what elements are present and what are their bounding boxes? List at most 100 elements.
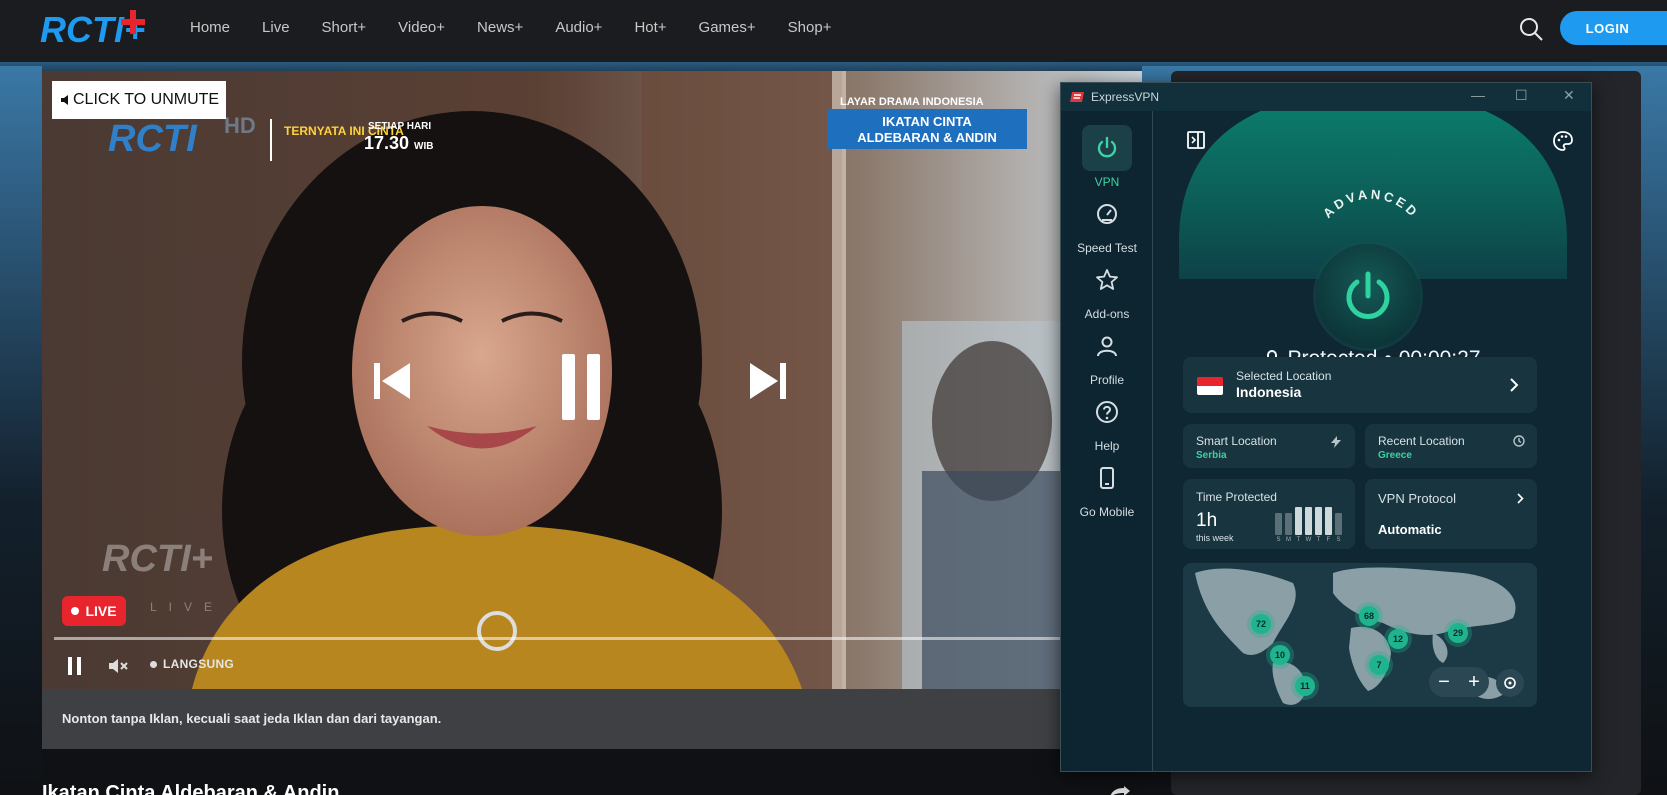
live-badge: LIVE <box>62 596 126 626</box>
vpn-titlebar: ExpressVPN — ☐ ✕ <box>1061 83 1591 111</box>
weekly-usage-bars: S M T W T F S <box>1275 507 1345 543</box>
drama-header: LAYAR DRAMA INDONESIA <box>840 96 984 108</box>
nav-news[interactable]: News+ <box>477 19 523 36</box>
bar-day-label: T <box>1296 537 1301 543</box>
search-icon[interactable] <box>1518 16 1544 42</box>
smart-location-label: Smart Location <box>1196 434 1277 448</box>
pause-large-icon[interactable] <box>562 354 602 425</box>
crosshair-icon <box>1504 677 1516 689</box>
nav-hot[interactable]: Hot+ <box>634 19 666 36</box>
speedometer-icon <box>1097 204 1117 224</box>
previous-icon[interactable] <box>372 361 412 406</box>
login-button[interactable]: LOGIN <box>1560 11 1667 45</box>
nav-audio[interactable]: Audio+ <box>555 19 602 36</box>
clock-icon <box>1513 435 1525 447</box>
svg-text:ADVANCED: ADVANCED <box>1320 187 1422 221</box>
maximize-icon[interactable]: ☐ <box>1515 87 1528 104</box>
world-map[interactable]: 72 10 11 68 12 7 29 8 − + <box>1183 563 1537 707</box>
muted-speaker-icon[interactable] <box>109 657 129 680</box>
vpn-protocol-card[interactable]: VPN Protocol Automatic <box>1365 479 1537 549</box>
broadcast-channel-logo: RCTI <box>108 118 198 160</box>
vpn-window-title: ExpressVPN <box>1091 90 1160 104</box>
live-dot-icon <box>71 607 80 615</box>
live-status-label: LANGSUNG <box>163 657 235 671</box>
nav-live[interactable]: Live <box>262 19 290 36</box>
vpn-protocol-value: Automatic <box>1378 522 1442 537</box>
user-icon <box>1097 336 1117 357</box>
broadcast-watermark-sub: LIVE <box>150 600 224 614</box>
map-badge[interactable]: 29 <box>1448 623 1468 643</box>
star-icon <box>1096 269 1118 290</box>
rcti-logo[interactable]: RCTI+ <box>40 8 162 50</box>
time-protected-card[interactable]: Time Protected 1h this week S M T W T F … <box>1183 479 1355 549</box>
zoom-out-button[interactable]: − <box>1438 671 1450 694</box>
bar-day-label: F <box>1326 537 1331 543</box>
sidebar-item-speed-test[interactable]: Speed Test <box>1061 191 1153 255</box>
map-badge[interactable]: 72 <box>1251 614 1271 634</box>
sidebar-item-vpn[interactable]: VPN <box>1061 125 1153 189</box>
nav-short[interactable]: Short+ <box>322 19 367 36</box>
drama-title-line2: ALDEBARAN & ANDIN <box>857 130 997 145</box>
share-icon[interactable] <box>1108 784 1130 795</box>
recent-location-card[interactable]: Recent Location Greece <box>1365 424 1537 468</box>
nav-home[interactable]: Home <box>190 19 230 36</box>
sidebar-toggle-icon[interactable] <box>1187 131 1205 154</box>
recenter-map-button[interactable] <box>1496 669 1524 697</box>
map-badge[interactable]: 11 <box>1295 676 1315 696</box>
vpn-protocol-label: VPN Protocol <box>1378 491 1457 506</box>
selected-location-card[interactable]: Selected Location Indonesia <box>1183 357 1537 413</box>
sidebar-label-go-mobile: Go Mobile <box>1079 505 1135 519</box>
zoom-in-button[interactable]: + <box>1468 671 1480 694</box>
sidebar-item-add-ons[interactable]: Add-ons <box>1061 257 1153 321</box>
map-badge[interactable]: 10 <box>1270 645 1290 665</box>
vpn-sidebar: VPN Speed Test Add-ons Profile Help Go M… <box>1061 111 1153 771</box>
sidebar-item-profile[interactable]: Profile <box>1061 323 1153 387</box>
live-label: LIVE <box>85 603 117 619</box>
video-player[interactable]: RCTI HD TERNYATA INI CINTA SETIAP HARI 1… <box>42 71 1142 689</box>
connect-button[interactable] <box>1316 244 1420 348</box>
ad-notice-text: Nonton tanpa Iklan, kecuali saat jeda Ik… <box>62 711 442 726</box>
power-icon <box>1097 136 1117 158</box>
sidebar-label-add-ons: Add-ons <box>1084 307 1130 321</box>
time-protected-label: Time Protected <box>1196 490 1277 504</box>
help-icon <box>1096 401 1118 423</box>
ad-notice-bar: Nonton tanpa Iklan, kecuali saat jeda Ik… <box>42 689 1142 749</box>
next-icon[interactable] <box>748 361 788 406</box>
smart-location-value: Serbia <box>1196 450 1227 461</box>
mode-label-text: ADVANCED <box>1320 187 1419 221</box>
progress-bar[interactable] <box>54 637 1129 640</box>
sidebar-item-help[interactable]: Help <box>1061 389 1153 453</box>
drama-title-line1: IKATAN CINTA <box>882 114 972 129</box>
unmute-button[interactable]: CLICK TO UNMUTE <box>52 81 226 119</box>
broadcast-watermark: RCTI+ <box>102 538 213 580</box>
close-icon[interactable]: ✕ <box>1563 87 1575 104</box>
nav-shop[interactable]: Shop+ <box>788 19 832 36</box>
bar-day-label: S <box>1336 537 1341 543</box>
sidebar-label-vpn: VPN <box>1094 175 1120 189</box>
map-badge[interactable]: 12 <box>1388 629 1408 649</box>
top-navigation: RCTI+ Home Live Short+ Video+ News+ Audi… <box>0 0 1667 62</box>
time-protected-sub: this week <box>1196 533 1234 543</box>
nav-games[interactable]: Games+ <box>699 19 756 36</box>
power-icon <box>1346 271 1390 319</box>
bar-day-label: M <box>1286 537 1291 543</box>
mobile-icon <box>1100 467 1114 489</box>
bar-day-label: W <box>1305 537 1312 543</box>
nav-video[interactable]: Video+ <box>398 19 445 36</box>
map-badge[interactable]: 68 <box>1359 606 1379 626</box>
pause-icon[interactable] <box>68 657 82 680</box>
program-title: Ikatan Cinta Aldebaran & Andin <box>42 782 340 795</box>
sidebar-item-go-mobile[interactable]: Go Mobile <box>1061 455 1153 519</box>
sidebar-label-profile: Profile <box>1089 373 1124 387</box>
recent-location-value: Greece <box>1378 450 1412 461</box>
map-badge[interactable]: 7 <box>1369 655 1389 675</box>
smart-location-card[interactable]: Smart Location Serbia <box>1183 424 1355 468</box>
bar-day-label: S <box>1276 537 1281 543</box>
promo-line: SETIAP HARI <box>368 121 431 132</box>
palette-icon[interactable] <box>1553 131 1573 156</box>
minimize-icon[interactable]: — <box>1471 87 1485 103</box>
lightning-icon <box>1331 436 1341 448</box>
broadcast-hd-label: HD <box>224 113 256 138</box>
promo-time: 17.30 <box>364 133 409 153</box>
mode-label: ADVANCED <box>1320 187 1422 221</box>
